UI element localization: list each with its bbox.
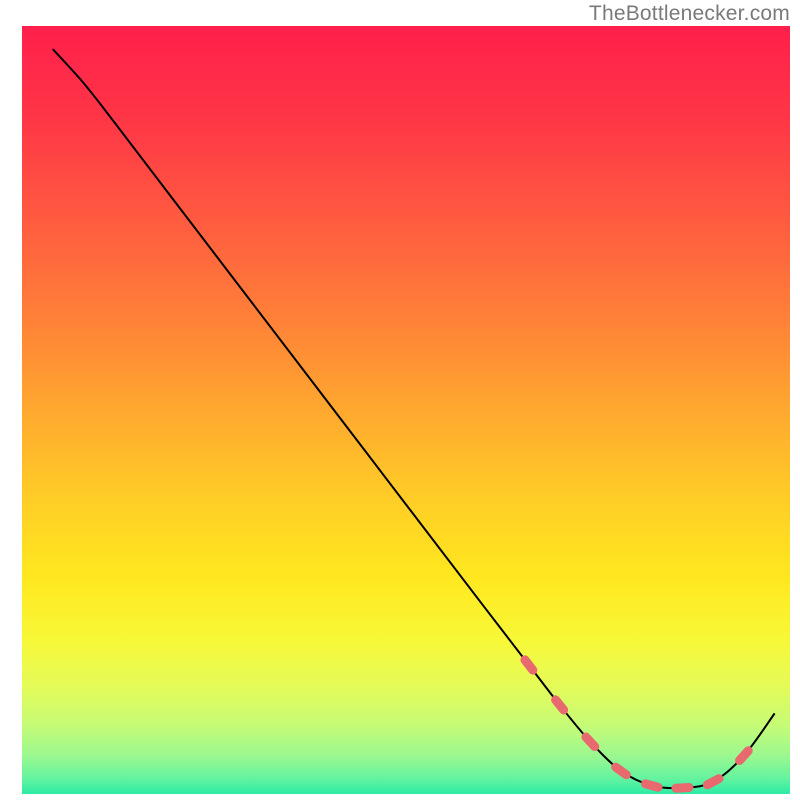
curve-marker: [676, 787, 689, 788]
curve-marker: [616, 767, 627, 775]
chart-canvas: TheBottlenecker.com: [0, 0, 800, 800]
bottleneck-plot: [0, 0, 800, 800]
curve-marker: [645, 784, 658, 787]
plot-background: [22, 26, 790, 794]
curve-marker: [707, 779, 719, 785]
curve-marker: [525, 660, 533, 670]
curve-marker: [556, 700, 564, 710]
